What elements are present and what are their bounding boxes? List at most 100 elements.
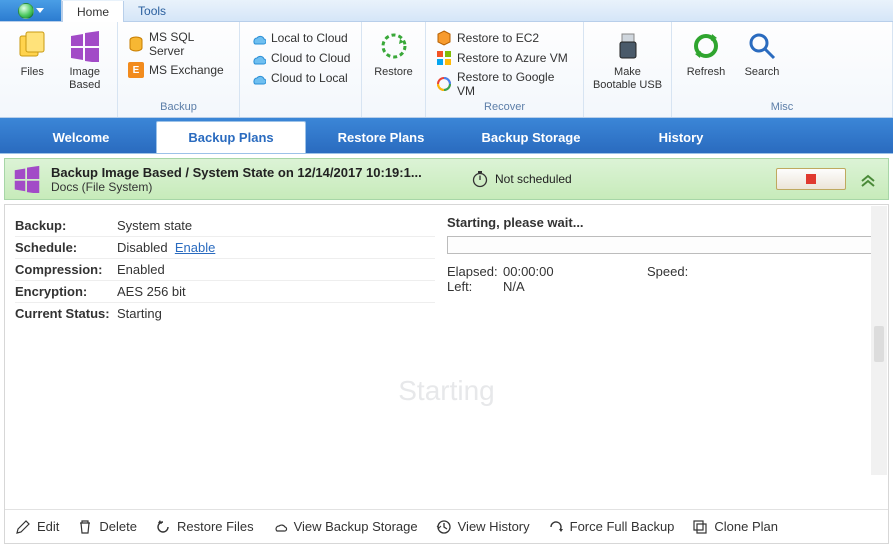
plan-schedule-label: Not scheduled [495, 172, 572, 186]
cloud-up-icon [250, 30, 266, 46]
exchange-icon: E [128, 62, 144, 78]
delete-button[interactable]: Delete [77, 519, 137, 535]
cloud-storage-icon [272, 519, 288, 535]
group-caption [246, 101, 355, 117]
restore-to-azure-label: Restore to Azure VM [457, 51, 568, 65]
app-icon [18, 3, 34, 19]
tab-backup-storage[interactable]: Backup Storage [456, 122, 606, 153]
restore-files-button[interactable]: Restore Files [155, 519, 254, 535]
stopwatch-icon [471, 170, 489, 188]
windows-icon [13, 165, 41, 193]
elapsed-label: Elapsed: [447, 264, 503, 279]
speed-label: Speed: [647, 264, 703, 279]
scrollbar-thumb[interactable] [874, 326, 884, 362]
cloud-to-local-label: Cloud to Local [271, 71, 348, 85]
restore-button[interactable]: Restore [368, 24, 419, 79]
left-label: Left: [447, 279, 503, 294]
restore-label: Restore [374, 66, 413, 79]
refresh-icon [690, 30, 722, 62]
restore-to-azure-button[interactable]: Restore to Azure VM [436, 50, 573, 66]
detail-row: Current Status:Starting [15, 303, 435, 324]
detail-row: Compression:Enabled [15, 259, 435, 281]
ms-exchange-label: MS Exchange [149, 63, 224, 77]
progress-bar [447, 236, 878, 254]
view-history-button[interactable]: View History [436, 519, 530, 535]
edit-button[interactable]: Edit [15, 519, 59, 535]
search-label: Search [745, 66, 780, 79]
ms-sql-server-label: MS SQL Server [149, 30, 229, 58]
cloud-to-cloud-button[interactable]: Cloud to Cloud [250, 50, 350, 66]
files-button[interactable]: Files [6, 24, 59, 79]
plan-subtitle: Docs (File System) [51, 180, 461, 194]
quick-access-toolbar[interactable] [0, 0, 62, 21]
trash-icon [77, 519, 93, 535]
plan-schedule-status: Not scheduled [471, 170, 641, 188]
clone-plan-button[interactable]: Clone Plan [692, 519, 778, 535]
restore-to-google-button[interactable]: Restore to Google VM [436, 70, 573, 98]
windows-icon [69, 30, 101, 62]
cloud-to-local-button[interactable]: Cloud to Local [250, 70, 350, 86]
files-icon [16, 30, 48, 62]
aws-icon [436, 30, 452, 46]
plan-title: Backup Image Based / System State on 12/… [51, 165, 461, 180]
tab-backup-plans[interactable]: Backup Plans [156, 121, 306, 153]
chevron-down-icon [36, 8, 44, 13]
chevron-double-up-icon [859, 170, 877, 188]
stop-button[interactable] [776, 168, 846, 190]
enable-schedule-link[interactable]: Enable [175, 240, 215, 255]
detail-row: Backup:System state [15, 215, 435, 237]
azure-icon [436, 50, 452, 66]
tab-history[interactable]: History [606, 122, 756, 153]
detail-row: Schedule:Disabled Enable [15, 237, 435, 259]
clone-icon [692, 519, 708, 535]
search-button[interactable]: Search [734, 24, 790, 79]
cloud-to-cloud-label: Cloud to Cloud [271, 51, 350, 65]
pencil-icon [15, 519, 31, 535]
group-caption-backup: Backup [124, 101, 233, 117]
history-icon [436, 519, 452, 535]
scrollbar[interactable] [871, 206, 887, 475]
tab-tools[interactable]: Tools [124, 0, 181, 21]
cloud-down-icon [250, 70, 266, 86]
refresh-label: Refresh [687, 66, 726, 79]
view-backup-storage-button[interactable]: View Backup Storage [272, 519, 418, 535]
plan-header: Backup Image Based / System State on 12/… [4, 158, 889, 200]
local-to-cloud-button[interactable]: Local to Cloud [250, 30, 350, 46]
left-value: N/A [503, 279, 525, 294]
make-bootable-usb-button[interactable]: Make Bootable USB [590, 24, 665, 91]
group-caption [6, 101, 111, 117]
restore-to-google-label: Restore to Google VM [457, 70, 573, 98]
restore-to-ec2-button[interactable]: Restore to EC2 [436, 30, 573, 46]
tab-restore-plans[interactable]: Restore Plans [306, 122, 456, 153]
image-based-label: Image Based [69, 66, 100, 91]
stop-icon [806, 174, 816, 184]
ms-exchange-button[interactable]: E MS Exchange [128, 62, 229, 78]
restore-files-icon [155, 519, 171, 535]
force-full-backup-button[interactable]: Force Full Backup [548, 519, 675, 535]
search-icon [746, 30, 778, 62]
plan-actions: Edit Delete Restore Files View Backup St… [5, 509, 888, 543]
tab-welcome[interactable]: Welcome [6, 122, 156, 153]
cloud-sync-icon [250, 50, 266, 66]
collapse-button[interactable] [856, 167, 880, 191]
ms-sql-server-button[interactable]: MS SQL Server [128, 30, 229, 58]
files-label: Files [21, 66, 44, 79]
restore-to-ec2-label: Restore to EC2 [457, 31, 539, 45]
ribbon: Files Image Based MS SQL Server E MS Exc… [0, 22, 893, 118]
tab-home[interactable]: Home [62, 1, 124, 22]
refresh-button[interactable]: Refresh [678, 24, 734, 79]
force-backup-icon [548, 519, 564, 535]
gcp-icon [436, 76, 452, 92]
main-tabs: Welcome Backup Plans Restore Plans Backu… [0, 118, 893, 154]
local-to-cloud-label: Local to Cloud [271, 31, 348, 45]
group-caption-misc: Misc [678, 101, 886, 117]
database-icon [128, 36, 144, 52]
image-based-button[interactable]: Image Based [59, 24, 112, 91]
plan-details-panel: Backup:System state Schedule:Disabled En… [4, 204, 889, 544]
restore-icon [378, 30, 410, 62]
elapsed-value: 00:00:00 [503, 264, 554, 279]
make-bootable-usb-label: Make Bootable USB [593, 66, 662, 91]
usb-icon [612, 30, 644, 62]
detail-row: Encryption:AES 256 bit [15, 281, 435, 303]
group-caption-recover: Recover [432, 101, 577, 117]
